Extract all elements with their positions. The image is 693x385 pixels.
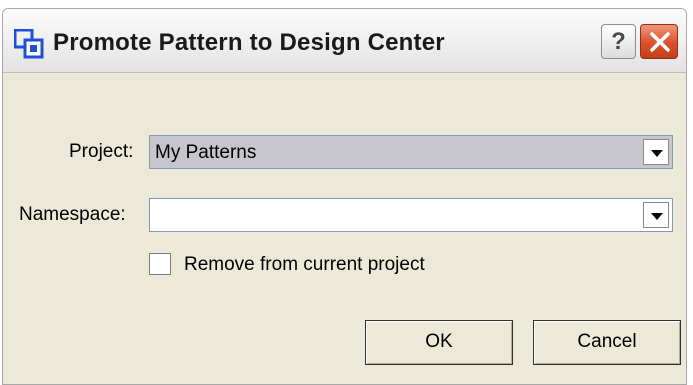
project-dropdown-button[interactable] xyxy=(643,139,669,165)
remove-from-project-checkbox[interactable] xyxy=(149,253,171,275)
chevron-down-icon xyxy=(651,150,663,157)
dialog-title: Promote Pattern to Design Center xyxy=(53,29,445,56)
remove-from-project-label[interactable]: Remove from current project xyxy=(184,254,425,276)
project-select[interactable]: My Patterns xyxy=(149,135,673,169)
namespace-select[interactable] xyxy=(149,198,673,232)
help-button[interactable]: ? xyxy=(601,24,636,59)
pattern-app-icon xyxy=(14,29,44,59)
ok-button[interactable]: OK xyxy=(365,320,513,365)
close-button[interactable] xyxy=(640,24,678,59)
chevron-down-icon xyxy=(651,213,663,220)
help-icon: ? xyxy=(611,28,626,55)
close-icon xyxy=(650,32,670,52)
namespace-label: Namespace: xyxy=(19,204,126,225)
namespace-dropdown-button[interactable] xyxy=(643,202,669,228)
title-bar[interactable]: Promote Pattern to Design Center ? xyxy=(3,9,686,73)
cancel-button[interactable]: Cancel xyxy=(533,320,681,365)
project-label: Project: xyxy=(69,141,134,162)
promote-pattern-dialog: Promote Pattern to Design Center ? Proje… xyxy=(2,8,687,385)
project-select-value: My Patterns xyxy=(155,142,257,163)
